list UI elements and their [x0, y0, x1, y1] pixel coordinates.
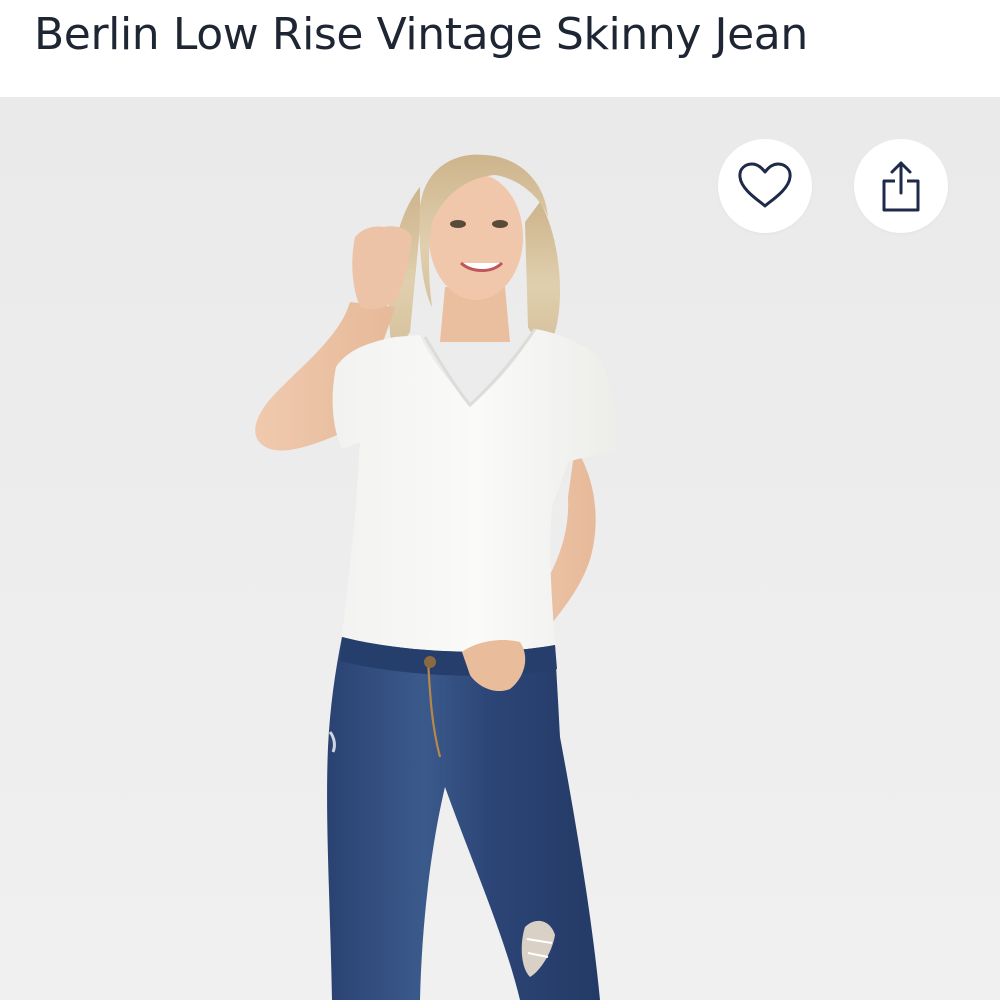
product-photo[interactable]	[0, 97, 1000, 1000]
heart-icon	[738, 162, 792, 208]
share-button[interactable]	[854, 139, 948, 233]
product-title: Berlin Low Rise Vintage Skinny Jean	[34, 9, 808, 60]
product-page: Berlin Low Rise Vintage Skinny Jean	[0, 0, 1000, 1000]
title-header: Berlin Low Rise Vintage Skinny Jean	[0, 0, 1000, 97]
product-image-gallery[interactable]	[0, 97, 1000, 1000]
watch-button[interactable]	[718, 139, 812, 233]
share-icon	[882, 161, 920, 212]
